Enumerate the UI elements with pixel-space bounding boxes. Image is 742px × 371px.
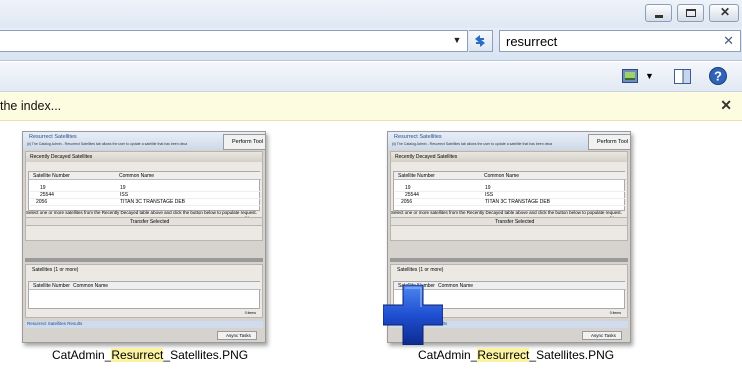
table-row: 19 19 xyxy=(395,185,627,192)
satellites-title: Satellites (1 or more) xyxy=(32,267,79,273)
cell-number: 2056 xyxy=(36,199,48,205)
perform-tool-button: Perform Tool xyxy=(223,134,265,150)
thumb-title: Resurrect Satellites xyxy=(394,134,442,140)
cell-number: 25544 xyxy=(40,192,54,198)
cell-name: 19 xyxy=(485,185,491,191)
chevron-down-icon[interactable]: ▼ xyxy=(451,34,463,46)
satellites-panel: Satellites (1 or more) Satellite Number … xyxy=(25,264,263,318)
satellites-table: Satellite Number Common Name xyxy=(28,281,261,309)
decayed-table: Satellite Number Common Name 19 19 25544… xyxy=(393,171,627,211)
file-name-suffix: _Satellites.PNG xyxy=(529,348,615,362)
col-name-header: Common Name xyxy=(73,283,109,289)
col-name-header: Common Name xyxy=(119,173,155,179)
col-name-header: Common Name xyxy=(438,283,474,289)
transfer-selected-label: Transfer Selected xyxy=(495,219,535,225)
info-bar[interactable]: the index... ✕ xyxy=(0,92,742,121)
splitter xyxy=(390,258,628,262)
file-thumbnail[interactable]: Resurrect Satellites (ii) The Catalog Ad… xyxy=(22,131,266,343)
command-bar: ▼ ? xyxy=(0,62,742,92)
address-bar: ▼ resurrect ✕ xyxy=(0,28,742,61)
async-tasks-button: Async Tasks xyxy=(582,331,622,340)
results-bar: Resurrect Satellites Results xyxy=(25,321,263,328)
chevron-down-icon[interactable]: ▼ xyxy=(645,71,655,85)
refresh-button[interactable] xyxy=(469,30,493,52)
file-name-suffix: _Satellites.PNG xyxy=(163,348,249,362)
table-row: 2056 TITAN 3C TRANSTAGE DEB xyxy=(395,199,627,206)
perform-tool-button: Perform Tool xyxy=(588,134,630,150)
minimize-button[interactable] xyxy=(645,4,672,22)
table-header: Satellite Number Common Name xyxy=(29,172,261,180)
close-icon[interactable]: ✕ xyxy=(723,33,734,49)
file-name-prefix: CatAdmin_ xyxy=(52,348,112,362)
info-bar-text: the index... xyxy=(0,99,62,113)
cell-name: TITAN 3C TRANSTAGE DEB xyxy=(485,199,551,205)
splitter xyxy=(25,258,263,262)
search-input[interactable]: resurrect ✕ xyxy=(499,30,741,52)
close-icon: ✕ xyxy=(720,5,731,19)
perform-tool-label: Perform Tool xyxy=(597,139,629,145)
col-name-header: Common Name xyxy=(484,173,520,179)
col-number-header: Satellite Number xyxy=(33,173,70,179)
items-count: 0 items xyxy=(244,311,256,315)
thumb-subtitle: (ii) The Catalog Admin - Resurrect Satel… xyxy=(27,142,187,146)
decayed-table: Satellite Number Common Name 19 19 25544… xyxy=(28,171,262,211)
help-icon[interactable]: ? xyxy=(709,67,727,85)
async-tasks-label: Async Tasks xyxy=(226,333,251,338)
table-header: Satellite Number Common Name xyxy=(394,172,626,180)
address-field[interactable] xyxy=(0,30,468,52)
change-view-icon[interactable] xyxy=(622,69,638,83)
async-tasks-button: Async Tasks xyxy=(217,331,257,340)
cell-number: 2056 xyxy=(401,199,413,205)
async-tasks-label: Async Tasks xyxy=(591,333,616,338)
cell-name: TITAN 3C TRANSTAGE DEB xyxy=(120,199,186,205)
decayed-panel-header: Recently Decayed Satellites xyxy=(26,152,262,162)
satellites-title: Satellites (1 or more) xyxy=(397,267,444,273)
decayed-title: Recently Decayed Satellites xyxy=(30,154,93,160)
search-value: resurrect xyxy=(506,34,558,49)
transfer-selected-bar: Transfer Selected xyxy=(25,217,263,226)
thumb-subtitle: (ii) The Catalog Admin - Resurrect Satel… xyxy=(392,142,552,146)
title-bar: ✕ xyxy=(0,0,742,28)
decayed-panel: Recently Decayed Satellites Satellite Nu… xyxy=(25,151,263,241)
search-match-highlight: Resurrect xyxy=(111,348,164,362)
transfer-selected-label: Transfer Selected xyxy=(130,219,170,225)
cell-number: 19 xyxy=(40,185,46,191)
search-match-highlight: Resurrect xyxy=(477,348,530,362)
table-row: 25544 ISS xyxy=(30,192,262,199)
decayed-panel: Recently Decayed Satellites Satellite Nu… xyxy=(390,151,628,241)
refresh-icon xyxy=(475,35,485,47)
file-name[interactable]: CatAdmin_Resurrect_Satellites.PNG xyxy=(52,348,248,362)
plus-cross-icon xyxy=(383,285,443,345)
file-name[interactable]: CatAdmin_Resurrect_Satellites.PNG xyxy=(418,348,614,362)
file-name-prefix: CatAdmin_ xyxy=(418,348,478,362)
close-icon[interactable]: ✕ xyxy=(720,97,732,114)
items-count: 0 items xyxy=(609,311,621,315)
thumb-title: Resurrect Satellites xyxy=(29,134,77,140)
minimize-icon xyxy=(655,15,663,18)
cell-name: ISS xyxy=(485,192,494,198)
col-number-header: Satellite Number xyxy=(33,283,70,289)
instruction-text: Select one or more satellites from the R… xyxy=(26,210,257,215)
perform-tool-label: Perform Tool xyxy=(232,139,264,145)
cell-number: 19 xyxy=(405,185,411,191)
instruction-text: Select one or more satellites from the R… xyxy=(391,210,622,215)
cell-name: ISS xyxy=(120,192,129,198)
col-number-header: Satellite Number xyxy=(398,173,435,179)
table-row: 19 19 xyxy=(30,185,262,192)
cell-name: 19 xyxy=(120,185,126,191)
transfer-selected-bar: Transfer Selected xyxy=(390,217,628,226)
table-row: 25544 ISS xyxy=(395,192,627,199)
maximize-button[interactable] xyxy=(677,4,704,22)
close-button[interactable]: ✕ xyxy=(709,4,739,22)
cell-number: 25544 xyxy=(405,192,419,198)
table-header: Satellite Number Common Name xyxy=(29,282,261,290)
preview-pane-icon[interactable] xyxy=(674,69,691,84)
decayed-panel-header: Recently Decayed Satellites xyxy=(391,152,627,162)
table-row: 2056 TITAN 3C TRANSTAGE DEB xyxy=(30,199,262,206)
decayed-title: Recently Decayed Satellites xyxy=(395,154,458,160)
maximize-icon xyxy=(686,9,696,17)
svg-text:?: ? xyxy=(714,69,722,84)
results-title: Resurrect Satellites Results xyxy=(27,321,83,326)
